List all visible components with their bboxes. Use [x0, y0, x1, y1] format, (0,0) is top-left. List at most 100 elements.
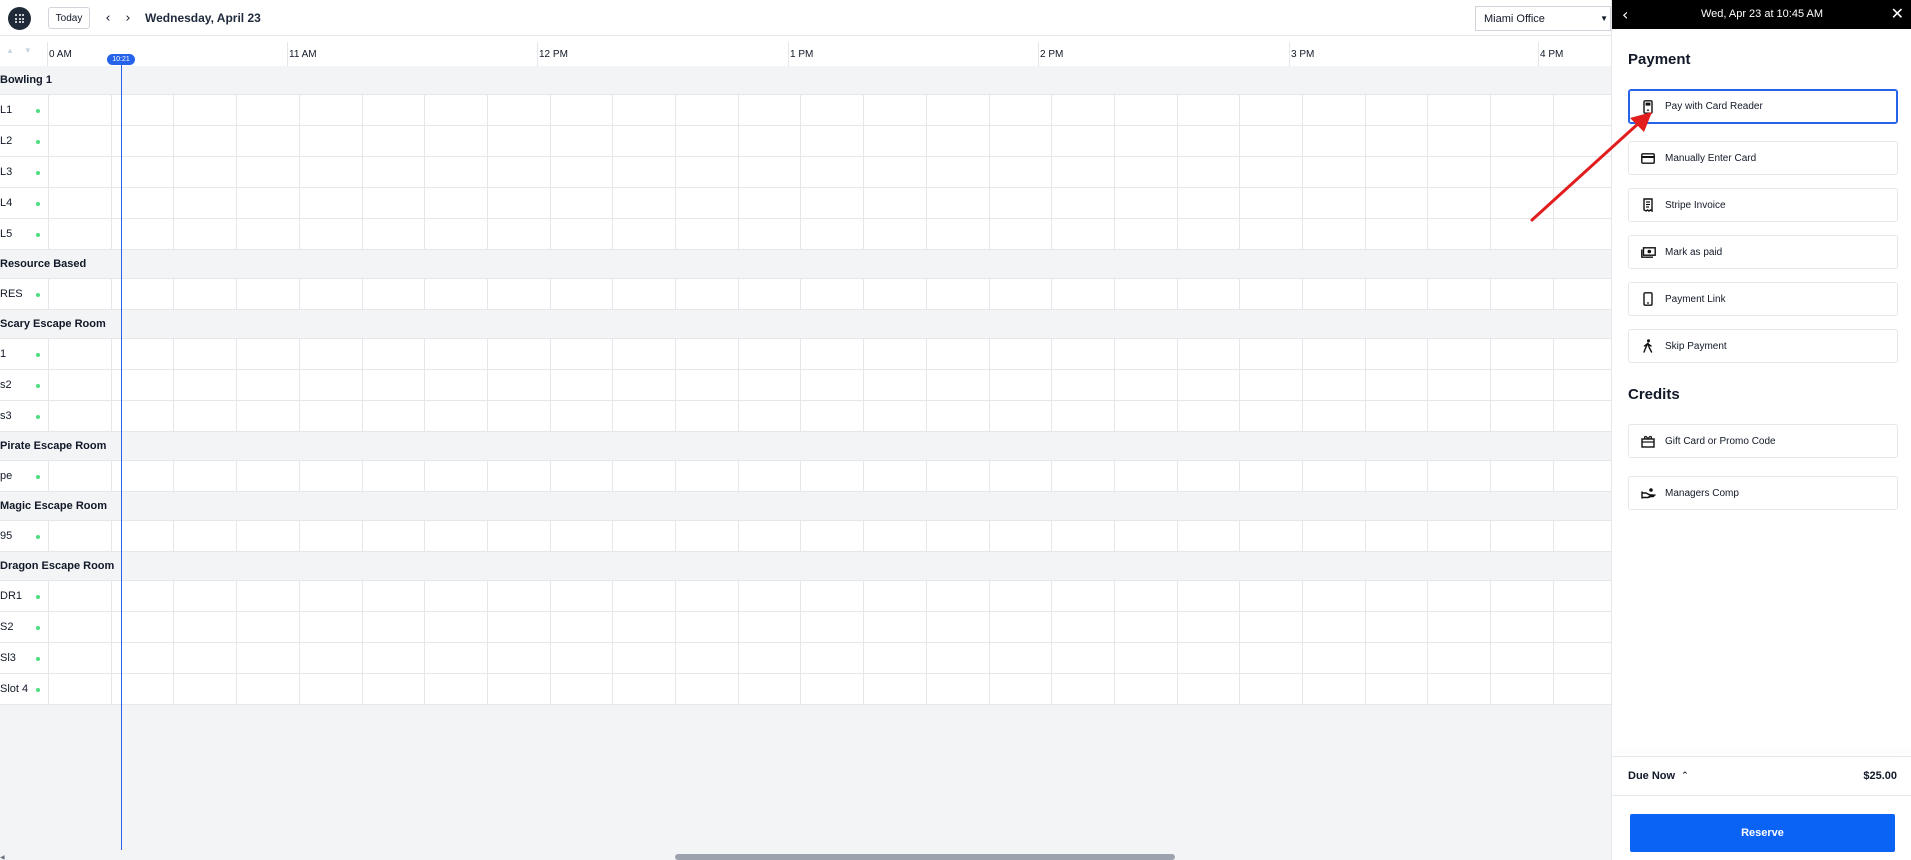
slot-divider	[1113, 126, 1115, 156]
resource-row[interactable]: L3	[0, 157, 1611, 188]
resource-label: S2	[0, 621, 14, 633]
slot-divider	[1051, 461, 1053, 491]
slot-divider	[1239, 674, 1241, 704]
sort-arrows-icon[interactable]: ▲▼	[6, 46, 42, 55]
slot-divider	[612, 461, 614, 491]
booking-panel: ‹ Wed, Apr 23 at 10:45 AM ✕ Payment Pay …	[1611, 0, 1911, 860]
slot-divider	[612, 401, 614, 431]
stripe-invoice-option[interactable]: Stripe Invoice	[1628, 188, 1898, 222]
slot-divider	[1051, 581, 1053, 611]
slot-divider	[110, 339, 112, 369]
slot-divider	[800, 188, 802, 218]
slot-divider	[486, 279, 488, 309]
slot-divider	[110, 95, 112, 125]
gift-card-or-promo-code-option[interactable]: Gift Card or Promo Code	[1628, 424, 1898, 458]
resource-label: L2	[0, 135, 13, 147]
slot-divider	[1552, 219, 1554, 249]
phone-icon	[1639, 290, 1657, 308]
resource-row[interactable]: 1	[0, 339, 1611, 370]
status-dot-icon	[36, 415, 40, 419]
chevron-left-icon[interactable]: ‹	[100, 9, 116, 27]
slot-divider	[737, 581, 739, 611]
slot-divider	[988, 188, 990, 218]
horizontal-scrollbar[interactable]	[675, 854, 1175, 860]
managers-comp-option[interactable]: Managers Comp	[1628, 476, 1898, 510]
chevron-right-icon[interactable]: ›	[120, 9, 136, 27]
card-reader-icon	[1639, 98, 1657, 116]
slot-divider	[1364, 219, 1366, 249]
slot-divider	[549, 581, 551, 611]
slot-divider	[737, 401, 739, 431]
slot-divider	[486, 612, 488, 642]
slot-divider	[110, 188, 112, 218]
resource-row[interactable]: Sl3	[0, 643, 1611, 674]
resource-row[interactable]: 95	[0, 521, 1611, 552]
slot-divider	[1176, 188, 1178, 218]
resource-row[interactable]: L5	[0, 219, 1611, 250]
slot-divider	[1113, 157, 1115, 187]
resource-label: s3	[0, 410, 12, 422]
hour-label: 1 PM	[790, 49, 814, 60]
resource-row[interactable]: S2	[0, 612, 1611, 643]
slot-divider	[1364, 339, 1366, 369]
slot-divider	[1051, 188, 1053, 218]
slot-divider	[988, 370, 990, 400]
slot-divider	[1490, 521, 1492, 551]
slot-divider	[361, 461, 363, 491]
slot-divider	[424, 279, 426, 309]
close-icon[interactable]: ✕	[1891, 4, 1904, 23]
slot-divider	[1427, 126, 1429, 156]
slot-divider	[925, 219, 927, 249]
slot-divider	[800, 370, 802, 400]
resource-row[interactable]: Slot 4	[0, 674, 1611, 705]
slot-divider	[737, 674, 739, 704]
slot-divider	[173, 370, 175, 400]
slot-divider	[863, 126, 865, 156]
slot-divider	[361, 157, 363, 187]
slot-divider	[298, 95, 300, 125]
slot-divider	[236, 95, 238, 125]
slot-divider	[988, 339, 990, 369]
hour-tick	[1538, 42, 1539, 66]
resource-row[interactable]: DR1	[0, 581, 1611, 612]
slot-divider	[612, 581, 614, 611]
today-button[interactable]: Today	[48, 7, 90, 29]
slot-divider	[173, 126, 175, 156]
slot-divider	[1490, 188, 1492, 218]
location-select[interactable]: Miami Office ▼	[1475, 6, 1611, 31]
slot-divider	[1427, 279, 1429, 309]
payment-link-option[interactable]: Payment Link	[1628, 282, 1898, 316]
resource-row[interactable]: pe	[0, 461, 1611, 492]
slot-divider	[863, 674, 865, 704]
manually-enter-card-option[interactable]: Manually Enter Card	[1628, 141, 1898, 175]
slot-divider	[1364, 279, 1366, 309]
option-label: Pay with Card Reader	[1665, 101, 1763, 112]
skip-payment-option[interactable]: Skip Payment	[1628, 329, 1898, 363]
slot-divider	[1302, 674, 1303, 704]
slot-divider	[988, 674, 990, 704]
scroll-left-icon[interactable]: ◀	[0, 854, 5, 860]
due-now-toggle[interactable]: Due Now ⌃	[1628, 770, 1689, 782]
credits-section-title: Credits	[1628, 386, 1680, 403]
reserve-button[interactable]: Reserve	[1630, 814, 1895, 852]
slot-divider	[424, 219, 426, 249]
slot-divider	[298, 219, 300, 249]
slot-divider	[1427, 219, 1429, 249]
slot-divider	[988, 521, 990, 551]
apps-menu-button[interactable]	[8, 7, 31, 30]
slot-divider	[1490, 126, 1492, 156]
resource-label: 1	[0, 348, 7, 360]
gift-icon	[1639, 432, 1657, 450]
resource-row[interactable]: RES	[0, 279, 1611, 310]
slot-divider	[1302, 521, 1303, 551]
slot-divider	[549, 461, 551, 491]
resource-row[interactable]: s2	[0, 370, 1611, 401]
resource-row[interactable]: L4	[0, 188, 1611, 219]
resource-row[interactable]: L2	[0, 126, 1611, 157]
slot-divider	[486, 370, 488, 400]
slot-divider	[1364, 95, 1366, 125]
pay-with-card-reader-option[interactable]: Pay with Card Reader	[1628, 89, 1898, 124]
resource-row[interactable]: L1	[0, 95, 1611, 126]
mark-as-paid-option[interactable]: Mark as paid	[1628, 235, 1898, 269]
resource-row[interactable]: s3	[0, 401, 1611, 432]
